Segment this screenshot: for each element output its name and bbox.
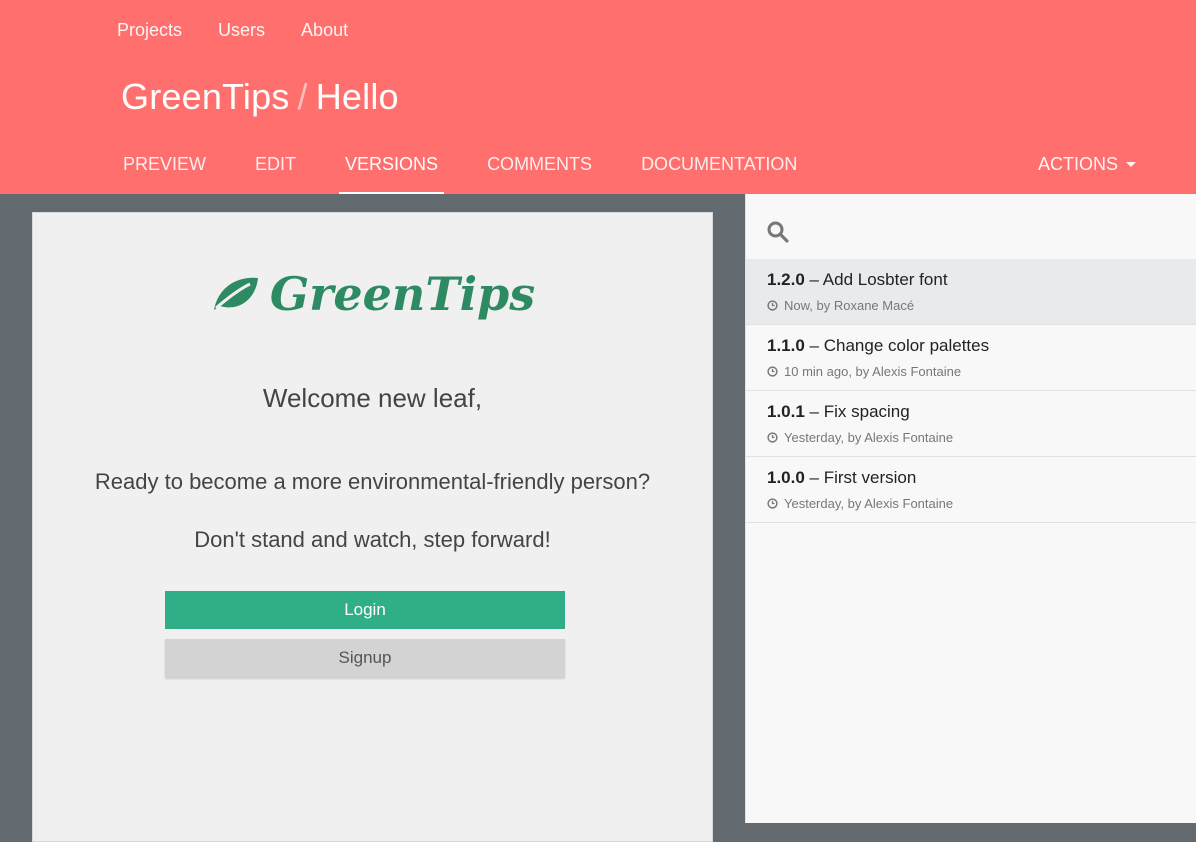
version-meta: 10 min ago, by Alexis Fontaine (767, 364, 1196, 379)
tab-versions[interactable]: VERSIONS (339, 154, 445, 195)
welcome-heading: Welcome new leaf, (262, 383, 483, 413)
version-list: 1.2.0 – Add Losbter font Now, by Roxane … (746, 259, 1196, 523)
clock-icon (767, 432, 778, 443)
version-title: 1.0.0 – First version (767, 468, 1196, 488)
breadcrumb-page: Hello (315, 76, 399, 117)
version-number: 1.1.0 (767, 336, 805, 355)
actions-dropdown[interactable]: ACTIONS (1038, 154, 1136, 175)
version-title: 1.2.0 – Add Losbter font (767, 270, 1196, 290)
clock-icon (767, 498, 778, 509)
breadcrumb: GreenTips / Hello (121, 76, 399, 118)
leaf-icon (213, 277, 258, 310)
tab-preview[interactable]: PREVIEW (123, 154, 206, 191)
version-item-1-2-0[interactable]: 1.2.0 – Add Losbter font Now, by Roxane … (746, 259, 1196, 325)
tab-documentation[interactable]: DOCUMENTATION (641, 154, 797, 191)
clock-icon (767, 366, 778, 377)
version-item-1-1-0[interactable]: 1.1.0 – Change color palettes 10 min ago… (746, 325, 1196, 391)
top-nav: Projects Users About (117, 20, 348, 41)
nav-users[interactable]: Users (218, 20, 265, 41)
version-title: 1.0.1 – Fix spacing (767, 402, 1196, 422)
actions-label: ACTIONS (1037, 154, 1118, 174)
version-description: – Fix spacing (809, 402, 910, 421)
version-meta: Yesterday, by Alexis Fontaine (767, 430, 1196, 445)
version-meta: Now, by Roxane Macé (767, 298, 1196, 313)
intro-call-to-action: Don't stand and watch, step forward! (194, 527, 551, 552)
versions-panel: 1.2.0 – Add Losbter font Now, by Roxane … (745, 194, 1196, 823)
version-number: 1.2.0 (767, 270, 805, 289)
search-icon[interactable] (766, 220, 790, 244)
nav-about[interactable]: About (301, 20, 348, 41)
version-meta-text: Yesterday, by Alexis Fontaine (784, 430, 954, 445)
clock-icon (767, 300, 778, 311)
signup-button[interactable]: Signup (165, 639, 565, 677)
tab-bar: PREVIEW EDIT VERSIONS COMMENTS DOCUMENTA… (123, 154, 846, 195)
login-button[interactable]: Login (165, 591, 565, 629)
version-title: 1.1.0 – Change color palettes (767, 336, 1196, 356)
greentips-logo: GreenTips (33, 267, 712, 321)
version-meta-text: Now, by Roxane Macé (784, 298, 915, 313)
breadcrumb-separator: / (297, 76, 308, 117)
version-description: – First version (809, 468, 917, 487)
version-meta: Yesterday, by Alexis Fontaine (767, 496, 1196, 511)
version-description: – Change color palettes (809, 336, 990, 355)
version-meta-text: 10 min ago, by Alexis Fontaine (784, 364, 962, 379)
caret-down-icon (1126, 162, 1136, 167)
version-description: – Add Losbter font (809, 270, 948, 289)
breadcrumb-project[interactable]: GreenTips (121, 76, 290, 117)
version-number: 1.0.0 (767, 468, 805, 487)
nav-projects[interactable]: Projects (117, 20, 182, 41)
version-item-1-0-1[interactable]: 1.0.1 – Fix spacing Yesterday, by Alexis… (746, 391, 1196, 457)
app-header: Projects Users About GreenTips / Hello PRE… (0, 0, 1196, 195)
tab-comments[interactable]: COMMENTS (487, 154, 592, 191)
preview-frame: GreenTips Welcome new leaf, Ready to bec… (32, 212, 713, 842)
version-item-1-0-0[interactable]: 1.0.0 – First version Yesterday, by Alex… (746, 457, 1196, 523)
logo-text: GreenTips (269, 267, 536, 321)
tab-edit[interactable]: EDIT (255, 154, 296, 191)
version-meta-text: Yesterday, by Alexis Fontaine (784, 496, 954, 511)
intro-question: Ready to become a more environmental-fri… (94, 469, 651, 494)
version-number: 1.0.1 (767, 402, 805, 421)
